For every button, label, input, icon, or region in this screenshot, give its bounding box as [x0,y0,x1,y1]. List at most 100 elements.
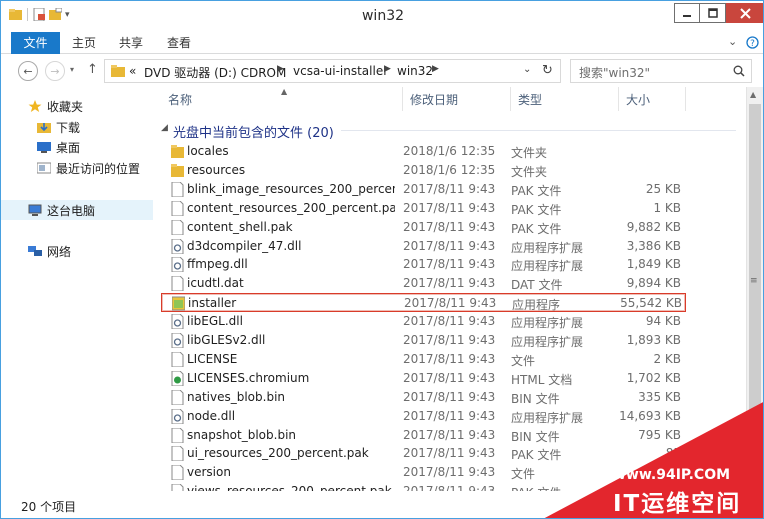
file-row[interactable]: icudtl.dat 2017/8/11 9:43 DAT 文件 9,894 KB [161,274,686,293]
file-row[interactable]: resources 2018/1/6 12:35 文件夹 [161,161,686,180]
sort-arrow-icon: ▲ [281,87,288,96]
close-button[interactable] [726,3,763,23]
file-type: 应用程序 [512,298,561,313]
file-name: installer [188,296,237,311]
file-date: 2017/8/11 9:43 [404,296,497,311]
file-date: 2017/8/11 9:43 [403,276,496,291]
file-date: 2017/8/11 9:43 [403,351,496,366]
file-row[interactable]: d3dcompiler_47.dll 2017/8/11 9:43 应用程序扩展 3,… [161,237,686,256]
minimize-button[interactable] [674,3,700,23]
breadcrumb-arrow-icon[interactable]: ▶ [384,64,391,74]
file-row[interactable]: content_resources_200_percent.pak 2017/8/… [161,199,686,218]
file-type: PAK 文件 [511,221,562,236]
file-row[interactable]: libEGL.dll 2017/8/11 9:43 应用程序扩展 94 KB [161,312,686,331]
address-dropdown-icon[interactable]: ⌄ [523,64,531,75]
file-icon [171,427,184,443]
file-date: 2017/8/11 9:43 [403,408,496,423]
search-placeholder: 搜索"win32" [579,66,651,80]
file-type: 应用程序扩展 [511,259,584,274]
file-name: ui_resources_200_percent.pak [187,446,369,461]
file-row[interactable]: ffmpeg.dll 2017/8/11 9:43 应用程序扩展 1,849 KB [161,255,686,274]
nav-item-label: 下载 [56,120,81,135]
dll-icon [171,238,184,254]
file-icon [171,181,184,197]
column-headers: 名称 ▲ 修改日期 类型 大小 [153,87,686,111]
file-type: PAK 文件 [511,183,562,198]
file-name: snapshot_blob.bin [187,427,297,442]
file-icon [171,351,184,367]
file-date: 2018/1/6 12:35 [403,144,496,158]
file-row-selected[interactable]: installer 2017/8/11 9:43 应用程序 55,542 KB [161,293,686,313]
search-box[interactable]: 搜索"win32" [570,59,752,83]
nav-this-pc[interactable]: 这台电脑 [1,200,153,220]
help-icon[interactable]: ? [746,36,759,49]
file-row[interactable]: LICENSE 2017/8/11 9:43 文件 2 KB [161,350,686,369]
file-name: LICENSE [187,351,238,366]
file-name: content_shell.pak [187,219,293,234]
nav-item-recent[interactable]: 最近访问的位置 [1,158,153,178]
breadcrumb-overflow[interactable]: « [129,64,136,78]
scroll-up-icon[interactable]: ▲ [750,90,756,99]
navigation-pane: 收藏夹 下载 桌面 最近访问的位置 这台电脑 网络 [1,87,153,491]
recent-locations-icon[interactable]: ▾ [70,65,74,74]
breadcrumb-arrow-icon[interactable]: ▶ [277,64,284,74]
chevron-down-icon[interactable]: ⌄ [728,35,737,48]
group-divider [341,130,736,131]
file-icon [171,446,184,462]
up-arrow-icon[interactable]: ↑ [87,62,98,77]
breadcrumb-current[interactable]: win32 [397,64,433,78]
maximize-icon [707,8,718,18]
watermark-url: www.94IP.COM [613,467,731,483]
downloads-icon [37,123,51,133]
column-header-size[interactable]: 大小 [619,87,686,111]
breadcrumb-folder[interactable]: vcsa-ui-installer [293,64,388,78]
breadcrumb-arrow-icon[interactable]: ▶ [432,64,439,74]
nav-item-desktop[interactable]: 桌面 [1,137,153,157]
file-type: 应用程序扩展 [511,335,584,349]
file-type: HTML 文档 [511,372,573,387]
file-name: libGLESv2.dll [187,333,266,347]
file-row[interactable]: content_shell.pak 2017/8/11 9:43 PAK 文件 9,8… [161,218,686,237]
tab-home[interactable]: 主页 [66,32,102,54]
tab-share[interactable]: 共享 [113,32,149,54]
file-size: 3,386 KB [626,238,681,253]
tab-file[interactable]: 文件 [11,32,60,54]
collapse-icon[interactable]: ◢ [161,123,168,133]
breadcrumb-drive[interactable]: DVD 驱动器 (D:) CDROM [144,64,286,81]
forward-button[interactable]: → [45,61,65,81]
column-header-type[interactable]: 类型 [511,87,619,111]
file-name: libEGL.dll [187,314,243,329]
file-date: 2017/8/11 9:43 [403,238,496,253]
nav-favorites[interactable]: 收藏夹 [1,96,153,116]
back-button[interactable]: ← [18,61,38,81]
search-icon[interactable] [733,65,745,77]
column-header-date[interactable]: 修改日期 [403,87,511,111]
file-type: PAK 文件 [511,202,562,217]
file-row[interactable]: blink_image_resources_200_percent.p... 20… [161,180,686,199]
nav-item-downloads[interactable]: 下载 [1,117,153,137]
close-icon [739,7,751,19]
refresh-icon[interactable]: ↻ [542,63,553,78]
dll-icon [171,408,184,424]
address-bar[interactable]: « DVD 驱动器 (D:) CDROM ▶ vcsa-ui-installer… [104,59,561,83]
maximize-button[interactable] [700,3,726,23]
file-date: 2017/8/11 9:43 [403,181,496,196]
nav-this-pc-label: 这台电脑 [47,203,96,218]
file-type: 文件夹 [511,146,548,160]
file-icon [171,219,184,235]
minimize-icon [683,15,691,17]
file-row[interactable]: libGLESv2.dll 2017/8/11 9:43 应用程序扩展 1,893 K… [161,331,686,350]
window-title: win32 [361,8,405,24]
file-name: content_resources_200_percent.pak [187,200,395,215]
file-type: 文件 [511,353,536,368]
file-name: node.dll [187,408,236,423]
column-header-name[interactable]: 名称 ▲ [161,87,403,111]
arrow-right-icon: → [50,64,60,78]
tab-view[interactable]: 查看 [161,32,197,54]
folder-icon [171,145,184,158]
file-size: 2 KB [653,351,681,366]
file-row[interactable]: locales 2018/1/6 12:35 文件夹 [161,142,686,161]
group-header[interactable]: ◢ 光盘中当前包含的文件 (20) [153,120,746,141]
nav-network[interactable]: 网络 [1,241,153,261]
file-row[interactable]: LICENSES.chromium 2017/8/11 9:43 HTML 文档 1,… [161,369,686,388]
